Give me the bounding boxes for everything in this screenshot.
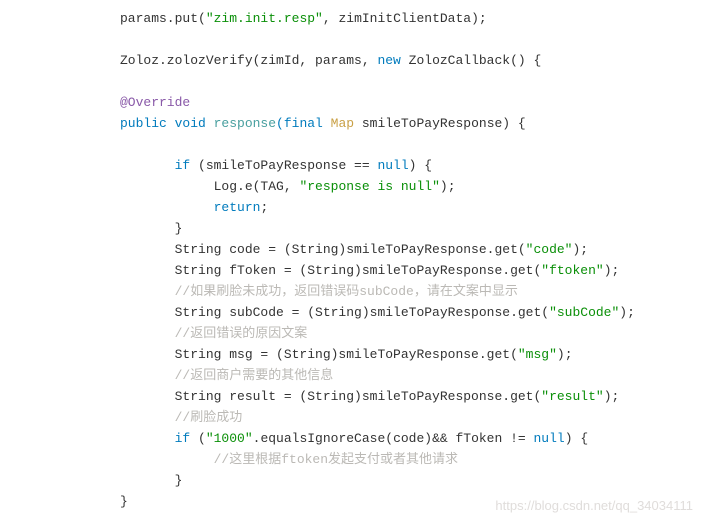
code-line: } <box>120 470 703 491</box>
comment: //返回错误的原因文案 <box>175 326 308 341</box>
text: Zoloz.zolozVerify(zimId, params, <box>120 53 377 68</box>
code-line: String msg = (String)smileToPayResponse.… <box>120 344 703 365</box>
text: , zimInitClientData); <box>323 11 487 26</box>
code-line: params.put("zim.init.resp", zimInitClien… <box>120 8 703 29</box>
code-line: String subCode = (String)smileToPayRespo… <box>120 302 703 323</box>
method-name: response <box>206 116 276 131</box>
text: ); <box>440 179 456 194</box>
text: ); <box>604 263 620 278</box>
code-line: @Override <box>120 92 703 113</box>
string-literal: "ftoken" <box>541 263 603 278</box>
text: } <box>175 221 183 236</box>
text: String msg = (String)smileToPayResponse.… <box>175 347 518 362</box>
keyword: null <box>534 431 565 446</box>
text: ); <box>619 305 635 320</box>
annotation: @Override <box>120 95 190 110</box>
string-literal: "msg" <box>518 347 557 362</box>
code-line: //这里根据ftoken发起支付或者其他请求 <box>120 449 703 470</box>
code-line: //返回错误的原因文案 <box>120 323 703 344</box>
comment: //这里根据ftoken发起支付或者其他请求 <box>214 452 458 467</box>
code-line: Zoloz.zolozVerify(zimId, params, new Zol… <box>120 50 703 71</box>
string-literal: "zim.init.resp" <box>206 11 323 26</box>
code-line <box>120 134 703 155</box>
keyword: (final <box>276 116 323 131</box>
keyword: public <box>120 116 167 131</box>
text: .equalsIgnoreCase(code)&& fToken != <box>253 431 534 446</box>
text: ); <box>557 347 573 362</box>
code-line: String code = (String)smileToPayResponse… <box>120 239 703 260</box>
text: params.put( <box>120 11 206 26</box>
string-literal: "subCode" <box>549 305 619 320</box>
text: } <box>175 473 183 488</box>
text: } <box>120 494 128 509</box>
code-line: //刷脸成功 <box>120 407 703 428</box>
keyword: void <box>167 116 206 131</box>
text: ; <box>260 200 268 215</box>
text: (smileToPayResponse == <box>190 158 377 173</box>
keyword: null <box>377 158 408 173</box>
type: Map <box>323 116 354 131</box>
code-line: return; <box>120 197 703 218</box>
text: String fToken = (String)smileToPayRespon… <box>175 263 542 278</box>
text: ( <box>190 431 206 446</box>
comment: //返回商户需要的其他信息 <box>175 368 334 383</box>
text: String result = (String)smileToPayRespon… <box>175 389 542 404</box>
text: smileToPayResponse) { <box>354 116 526 131</box>
string-literal: "1000" <box>206 431 253 446</box>
code-line: } <box>120 218 703 239</box>
text: Log.e(TAG, <box>214 179 300 194</box>
text: ) { <box>409 158 432 173</box>
code-line: if ("1000".equalsIgnoreCase(code)&& fTok… <box>120 428 703 449</box>
code-line: //如果刷脸未成功，返回错误码subCode，请在文案中显示 <box>120 281 703 302</box>
keyword: if <box>175 431 191 446</box>
keyword: return <box>214 200 261 215</box>
text: String subCode = (String)smileToPayRespo… <box>175 305 549 320</box>
comment: //如果刷脸未成功，返回错误码subCode，请在文案中显示 <box>175 284 518 299</box>
code-line: String result = (String)smileToPayRespon… <box>120 386 703 407</box>
code-line: //返回商户需要的其他信息 <box>120 365 703 386</box>
comment: //刷脸成功 <box>175 410 243 425</box>
text: ); <box>604 389 620 404</box>
code-line: String fToken = (String)smileToPayRespon… <box>120 260 703 281</box>
string-literal: "result" <box>541 389 603 404</box>
keyword: new <box>377 53 400 68</box>
watermark-text: https://blog.csdn.net/qq_34034111 <box>495 495 693 516</box>
text: ); <box>572 242 588 257</box>
keyword: if <box>175 158 191 173</box>
text: ZolozCallback() { <box>401 53 541 68</box>
code-line <box>120 29 703 50</box>
text: ) { <box>565 431 588 446</box>
code-line: Log.e(TAG, "response is null"); <box>120 176 703 197</box>
code-line: public void response(final Map smileToPa… <box>120 113 703 134</box>
text: String code = (String)smileToPayResponse… <box>175 242 526 257</box>
string-literal: "code" <box>526 242 573 257</box>
code-block: params.put("zim.init.resp", zimInitClien… <box>120 8 703 512</box>
code-line <box>120 71 703 92</box>
code-line: if (smileToPayResponse == null) { <box>120 155 703 176</box>
string-literal: "response is null" <box>299 179 439 194</box>
